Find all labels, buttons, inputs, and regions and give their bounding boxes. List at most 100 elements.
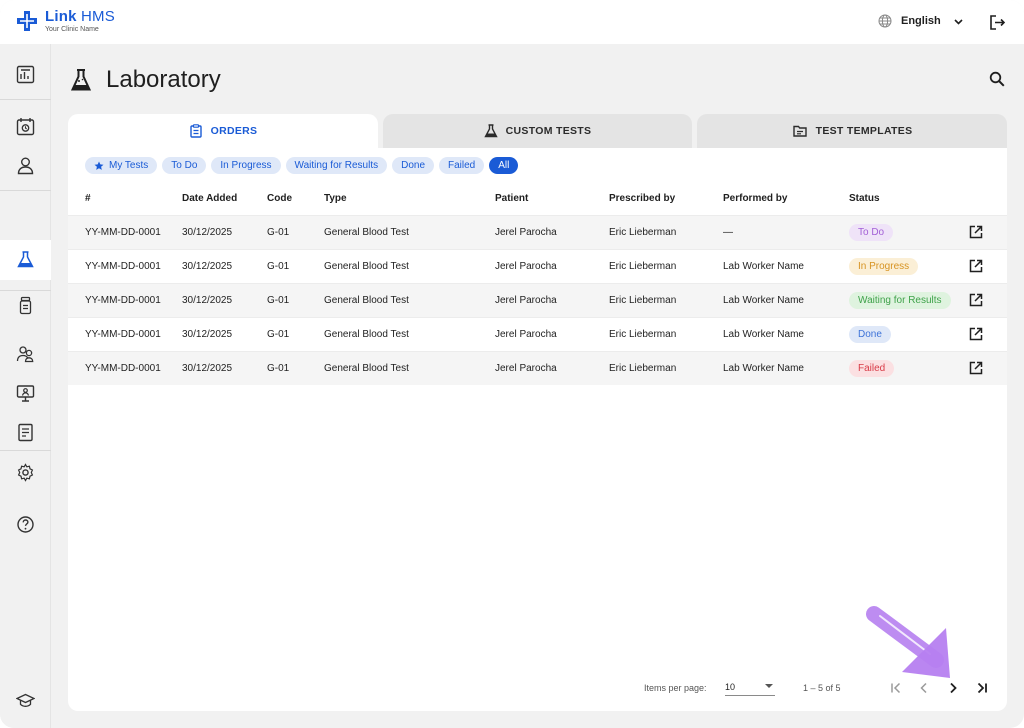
order-performed-by: Lab Worker Name [723, 282, 849, 317]
order-date: 30/12/2025 [182, 214, 267, 249]
order-date: 30/12/2025 [182, 282, 267, 317]
globe-icon [878, 14, 892, 28]
folder-icon [792, 125, 807, 137]
status-badge: Failed [849, 359, 895, 377]
table-row[interactable]: YY-MM-DD-0001 30/12/2025 G-01 General Bl… [68, 282, 1007, 317]
order-code: G-01 [267, 350, 324, 385]
clinic-name: Your Clinic Name [45, 26, 99, 33]
filter-chip-to-do[interactable]: To Do [162, 157, 207, 174]
language-selector[interactable]: English [878, 14, 964, 28]
medicine-bottle-icon[interactable] [16, 296, 35, 315]
tab-orders[interactable]: ORDERS [68, 114, 378, 148]
monitor-icon[interactable] [16, 384, 35, 403]
order-date: 30/12/2025 [182, 350, 267, 385]
order-id: YY-MM-DD-0001 [68, 282, 182, 317]
app-logo[interactable]: Link HMS Your Clinic Name [16, 9, 115, 33]
graduation-cap-icon[interactable] [16, 691, 35, 710]
order-patient: Jerel Parocha [495, 350, 609, 385]
order-prescribed-by: Eric Lieberman [609, 282, 723, 317]
order-date: 30/12/2025 [182, 248, 267, 283]
status-badge: Done [849, 325, 891, 343]
table-row[interactable]: YY-MM-DD-0001 30/12/2025 G-01 General Bl… [68, 214, 1007, 249]
order-patient: Jerel Parocha [495, 282, 609, 317]
items-per-page-value: 10 [725, 682, 736, 692]
report-icon[interactable] [16, 423, 35, 442]
filter-chip-all[interactable]: All [489, 157, 519, 174]
page-title: Laboratory [106, 66, 221, 93]
order-prescribed-by: Eric Lieberman [609, 214, 723, 249]
order-prescribed-by: Eric Lieberman [609, 316, 723, 351]
sidebar-divider [0, 99, 51, 100]
order-patient: Jerel Parocha [495, 316, 609, 351]
pagination-range: 1 – 5 of 5 [803, 683, 841, 693]
search-icon[interactable] [989, 71, 1005, 87]
help-icon[interactable] [16, 515, 35, 534]
flask-icon [483, 124, 498, 138]
order-patient: Jerel Parocha [495, 214, 609, 249]
settings-gear-icon[interactable] [16, 463, 35, 482]
sidebar [0, 44, 51, 728]
logout-icon[interactable] [989, 14, 1006, 31]
patients-group-icon[interactable] [16, 344, 35, 363]
app-window: Link HMS Your Clinic Name English Labora… [0, 0, 1024, 728]
filter-chip-my-tests[interactable]: My Tests [85, 157, 158, 174]
items-per-page-select[interactable]: 10 [725, 680, 775, 696]
tab-custom-tests[interactable]: CUSTOM TESTS [383, 114, 692, 148]
medicine-bottle-icon[interactable] [16, 248, 35, 267]
filter-chip-done[interactable]: Done [392, 157, 434, 174]
sidebar-divider [0, 450, 51, 451]
table-row[interactable]: YY-MM-DD-0001 30/12/2025 G-01 General Bl… [68, 350, 1007, 385]
order-type: General Blood Test [324, 248, 495, 283]
table-row[interactable]: YY-MM-DD-0001 30/12/2025 G-01 General Bl… [68, 248, 1007, 283]
table-header-row: # Date Added Code Type Patient Prescribe… [68, 182, 1007, 215]
language-label: English [901, 15, 941, 27]
star-icon [94, 161, 104, 170]
laboratory-icon [70, 69, 92, 91]
open-external-icon[interactable] [969, 327, 983, 341]
column-header[interactable]: Status [849, 182, 969, 215]
open-external-icon[interactable] [969, 259, 983, 273]
order-performed-by: Lab Worker Name [723, 350, 849, 385]
order-id: YY-MM-DD-0001 [68, 350, 182, 385]
order-performed-by: — [723, 214, 849, 249]
filter-chip-waiting-for-results[interactable]: Waiting for Results [285, 157, 388, 174]
order-performed-by: Lab Worker Name [723, 248, 849, 283]
status-badge: Waiting for Results [849, 291, 951, 309]
order-type: General Blood Test [324, 350, 495, 385]
column-header-actions [969, 182, 1007, 215]
column-header[interactable]: Date Added [182, 182, 267, 215]
order-id: YY-MM-DD-0001 [68, 248, 182, 283]
tab-orders-label: ORDERS [210, 125, 258, 137]
order-type: General Blood Test [324, 214, 495, 249]
order-code: G-01 [267, 214, 324, 249]
order-prescribed-by: Eric Lieberman [609, 350, 723, 385]
open-external-icon[interactable] [969, 293, 983, 307]
sidebar-divider [0, 290, 51, 291]
open-external-icon[interactable] [969, 225, 983, 239]
column-header[interactable]: # [68, 182, 182, 215]
column-header[interactable]: Patient [495, 182, 609, 215]
order-code: G-01 [267, 282, 324, 317]
dashboard-icon[interactable] [16, 65, 35, 84]
column-header[interactable]: Performed by [723, 182, 849, 215]
orders-table: # Date Added Code Type Patient Prescribe… [68, 182, 1007, 385]
chevron-down-icon [954, 18, 963, 25]
tab-test-templates[interactable]: TEST TEMPLATES [697, 114, 1007, 148]
open-external-icon[interactable] [969, 361, 983, 375]
logo-cross-icon [17, 11, 37, 31]
filter-chip-failed[interactable]: Failed [439, 157, 485, 174]
tab-custom-tests-label: CUSTOM TESTS [505, 125, 592, 137]
user-icon[interactable] [16, 156, 35, 175]
order-date: 30/12/2025 [182, 316, 267, 351]
column-header[interactable]: Type [324, 182, 495, 215]
column-header[interactable]: Code [267, 182, 324, 215]
calendar-icon[interactable] [16, 117, 35, 136]
brand-suffix: HMS [81, 8, 115, 25]
order-prescribed-by: Eric Lieberman [609, 248, 723, 283]
order-id: YY-MM-DD-0001 [68, 316, 182, 351]
table-row[interactable]: YY-MM-DD-0001 30/12/2025 G-01 General Bl… [68, 316, 1007, 351]
last-page-icon[interactable] [975, 681, 989, 695]
order-performed-by: Lab Worker Name [723, 316, 849, 351]
filter-chip-in-progress[interactable]: In Progress [211, 157, 281, 174]
column-header[interactable]: Prescribed by [609, 182, 723, 215]
